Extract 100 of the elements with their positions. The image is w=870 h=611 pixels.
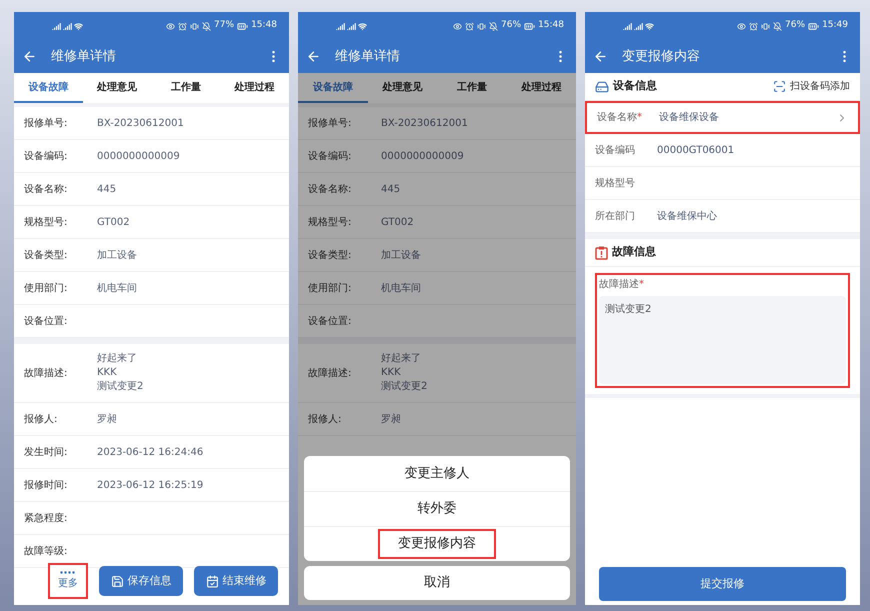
field-label: 所在部门 <box>595 210 636 224</box>
submit-button[interactable]: 提交报修 <box>599 567 846 601</box>
signal-icon <box>347 22 356 30</box>
tab[interactable]: 处理意见 <box>82 73 152 103</box>
clock-time: 15:49 <box>822 19 848 32</box>
battery-level: 76% <box>785 19 806 32</box>
field-value: 445 <box>381 182 400 196</box>
more-button[interactable]: 更多 <box>48 563 88 599</box>
section-title: 设备信息 <box>613 78 658 94</box>
field-label: 故障描述* <box>599 278 645 292</box>
field-value: 罗昶 <box>381 412 401 426</box>
warning-clipboard-icon <box>595 246 608 260</box>
device-icon <box>595 80 609 94</box>
signal-icon <box>63 22 72 30</box>
action-sheet-item[interactable]: 变更主修人 <box>304 456 570 491</box>
field-label: 使用部门: <box>24 282 68 296</box>
field-label: 报修人: <box>308 412 342 426</box>
wifi-icon <box>74 22 83 30</box>
page-title: 变更报修内容 <box>622 48 701 66</box>
battery-icon <box>237 20 248 32</box>
field-value: 加工设备 <box>381 248 421 262</box>
field-label: 设备位置: <box>24 314 68 328</box>
wifi-icon <box>645 22 654 30</box>
field-label: 紧急程度: <box>24 512 68 526</box>
scan-add-link[interactable]: 扫设备码添加 <box>773 79 850 94</box>
eye-icon <box>737 22 746 30</box>
description-line: KKK <box>381 366 402 380</box>
field-value: 2023-06-12 16:24:46 <box>97 446 204 460</box>
field-value: 机电车间 <box>381 282 421 296</box>
signal-icon <box>52 22 61 30</box>
field-label: 故障等级: <box>24 544 68 558</box>
mute-icon <box>202 22 212 30</box>
signal-icon <box>336 22 345 30</box>
field-label: 设备名称* <box>597 111 643 125</box>
field-value: 2023-06-12 16:25:19 <box>97 478 204 492</box>
field-value: 0000000000009 <box>381 150 464 164</box>
alarm-icon <box>178 22 188 30</box>
field-label: 报修人: <box>24 412 58 426</box>
description-field[interactable]: 测试变更2 <box>599 296 846 384</box>
field-value: 机电车间 <box>97 282 137 296</box>
cancel-button[interactable]: 取消 <box>304 566 570 600</box>
alarm-icon <box>465 22 474 30</box>
field-label: 故障描述: <box>308 366 352 380</box>
field-value: 罗昶 <box>97 412 117 426</box>
field-label: 设备类型: <box>24 248 68 262</box>
field-label: 使用部门: <box>308 282 352 296</box>
calendar-check-icon <box>206 574 218 588</box>
back-icon[interactable] <box>306 49 321 64</box>
mute-icon <box>489 22 498 30</box>
action-sheet-item[interactable]: 变更报修内容 <box>304 526 570 561</box>
eye-icon <box>453 22 462 30</box>
tab[interactable]: 设备故障 <box>14 73 83 103</box>
field-label: 设备名称: <box>308 182 352 196</box>
field-label: 报修单号: <box>308 116 352 130</box>
description-line: 好起来了 <box>381 352 422 366</box>
field-label: 设备类型: <box>308 248 352 262</box>
back-icon[interactable] <box>593 49 608 64</box>
alarm-icon <box>749 22 758 30</box>
field-value: 加工设备 <box>97 248 137 262</box>
field-value: BX-20230612001 <box>381 116 468 130</box>
field-value: 445 <box>97 182 116 196</box>
tab[interactable]: 处理过程 <box>220 73 289 103</box>
save-button[interactable]: 保存信息 <box>99 566 183 596</box>
field-value: 设备维保设备 <box>659 110 720 125</box>
battery-icon <box>808 20 820 32</box>
field-label: 故障描述: <box>24 366 68 380</box>
field-label: 设备编码: <box>308 150 352 164</box>
field-value: BX-20230612001 <box>97 116 184 130</box>
description-line: KKK <box>97 366 118 380</box>
section-title: 故障信息 <box>612 244 657 260</box>
eye-icon <box>166 22 176 30</box>
field-value: 00000GT06001 <box>657 144 736 158</box>
dots-icon <box>60 571 76 574</box>
field-value: 0000000000009 <box>97 150 180 164</box>
tab[interactable]: 工作量 <box>152 73 220 103</box>
device-select-row[interactable]: 设备名称* 设备维保设备 <box>585 101 860 134</box>
scan-icon <box>773 80 786 93</box>
finish-button[interactable]: 结束维修 <box>194 566 278 596</box>
wifi-icon <box>358 22 367 30</box>
mute-icon <box>773 22 782 30</box>
field-label: 规格型号: <box>24 216 68 230</box>
field-label: 设备编码 <box>595 144 636 158</box>
tab[interactable]: 设备故障 <box>298 73 368 103</box>
vibrate-icon <box>761 22 770 30</box>
back-icon[interactable] <box>22 49 37 64</box>
field-label: 报修单号: <box>24 116 68 130</box>
vibrate-icon <box>190 22 200 30</box>
field-label: 设备位置: <box>308 314 352 328</box>
description-line: 测试变更2 <box>97 380 144 394</box>
field-label: 设备名称: <box>24 182 68 196</box>
tab[interactable]: 工作量 <box>437 73 506 103</box>
tab[interactable]: 处理意见 <box>368 73 437 103</box>
page-title: 维修单详情 <box>335 48 401 66</box>
tab[interactable]: 处理过程 <box>506 73 576 103</box>
battery-icon <box>524 20 536 32</box>
description-line: 好起来了 <box>97 352 138 366</box>
battery-level: 76% <box>501 19 522 32</box>
field-label: 规格型号: <box>308 216 352 230</box>
action-sheet-item[interactable]: 转外委 <box>304 491 570 526</box>
field-value: GT002 <box>381 216 414 230</box>
